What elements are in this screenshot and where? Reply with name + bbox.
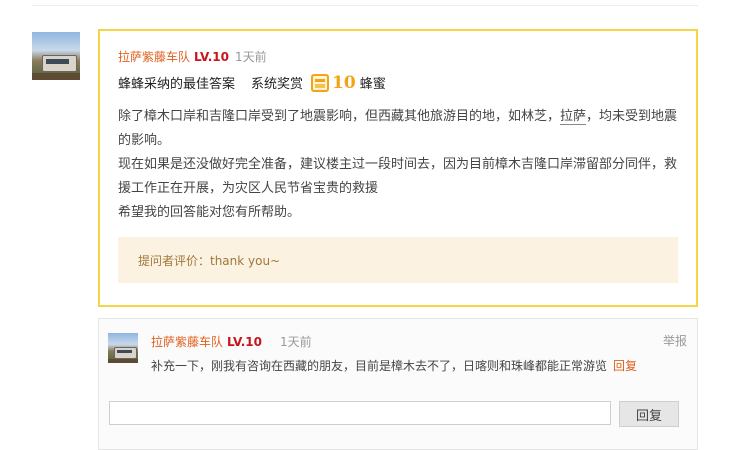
user-level-badge: LV.10 (194, 50, 230, 64)
honey-jar-icon (311, 74, 330, 92)
comment-text: 补充一下，刚我有咨询在西藏的朋友，目前是樟木去不了，日喀则和珠峰都能正常游览 回复 (151, 357, 637, 375)
asker-feedback: 提问者评价：thank you~ (118, 237, 678, 283)
avatar[interactable] (32, 32, 80, 80)
avatar-ground (108, 358, 138, 363)
best-answer-label: 蜂蜂采纳的最佳答案 (118, 77, 236, 92)
comment-meta: 拉萨紫藤车队 LV.10 1天前 (151, 334, 312, 350)
answer-paragraph: 除了樟木口岸和吉隆口岸受到了地震影响，但西藏其他旅游目的地，如林芝，拉萨，均未受… (118, 105, 684, 153)
answer-time: 1天前 (235, 50, 267, 64)
asker-feedback-text: 提问者评价：thank you~ (138, 254, 281, 268)
honey-amount: 10 (332, 73, 356, 93)
avatar-vehicle (114, 347, 137, 359)
answer-paragraph: 现在如果是还没做好完全准备，建议楼主过一段时间去，因为目前樟木吉隆口岸滞留部分同… (118, 157, 678, 196)
comment-time: 1天前 (280, 335, 312, 349)
comment-username[interactable]: 拉萨紫藤车队 (151, 335, 223, 349)
comment-card: 拉萨紫藤车队 LV.10 1天前 举报 补充一下，刚我有咨询在西藏的朋友，目前是樟木… (98, 318, 698, 450)
answer-body: 除了樟木口岸和吉隆口岸受到了地震影响，但西藏其他旅游目的地，如林芝，拉萨，均未受… (118, 105, 684, 225)
comment-body: 补充一下，刚我有咨询在西藏的朋友，目前是樟木去不了，日喀则和珠峰都能正常游览 (151, 359, 608, 373)
answer-text-segment: 除了樟木口岸和吉隆口岸受到了地震影响，但西藏其他旅游目的地，如林芝， (118, 109, 561, 124)
report-link[interactable]: 举报 (663, 332, 687, 349)
answer-meta: 拉萨紫藤车队 LV.10 1天前 (118, 49, 267, 65)
avatar-ground (32, 73, 80, 80)
comment-avatar[interactable] (108, 333, 138, 363)
reply-input[interactable] (109, 401, 611, 425)
avatar-vehicle (41, 55, 78, 73)
answer-username[interactable]: 拉萨紫藤车队 (118, 50, 190, 64)
user-level-badge: LV.10 (227, 335, 263, 349)
place-link-lhasa[interactable]: 拉萨 (560, 109, 587, 125)
award-line: 蜂蜂采纳的最佳答案 系统奖赏 10 蜂蜜 (118, 73, 386, 95)
honey-unit: 蜂蜜 (359, 77, 386, 92)
top-divider (32, 5, 698, 6)
reply-button[interactable]: 回复 (619, 401, 679, 427)
answer-paragraph: 希望我的回答能对您有所帮助。 (118, 205, 301, 220)
reply-link[interactable]: 回复 (613, 359, 637, 373)
best-answer-card: 拉萨紫藤车队 LV.10 1天前 蜂蜂采纳的最佳答案 系统奖赏 10 蜂蜜 除了樟木口岸和… (98, 29, 698, 307)
system-reward-label: 系统奖赏 (251, 77, 304, 92)
